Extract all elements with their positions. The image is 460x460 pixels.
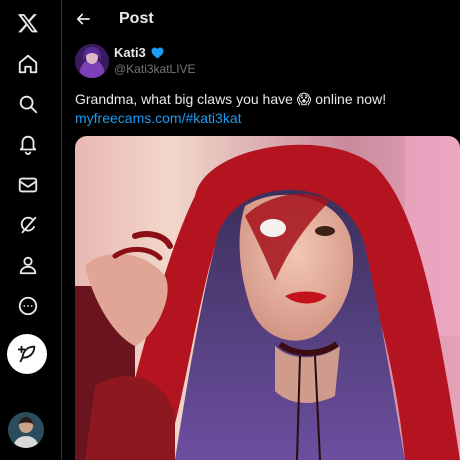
tweet-link[interactable]: myfreecams.com/#kati3kat [75,109,242,128]
x-logo-icon[interactable] [8,3,48,43]
post-header: Post [62,0,460,38]
more-icon[interactable] [8,286,48,326]
search-icon[interactable] [8,84,48,124]
back-arrow-icon [76,13,90,25]
profile-icon[interactable] [8,245,48,285]
account-avatar[interactable] [8,412,44,448]
home-icon[interactable] [8,44,48,84]
author-avatar[interactable] [75,44,109,78]
grok-icon[interactable] [8,205,48,245]
page-title: Post [119,10,154,27]
main-column: Post Kati3 @Kati3katLIVE Grandma, what b… [62,0,460,460]
compose-button[interactable] [7,334,47,374]
messages-icon[interactable] [8,165,48,205]
compose-feather-icon [17,345,36,363]
tweet-text: Grandma, what big claws you have 😱 onlin… [75,91,387,107]
verified-badge-icon [151,47,164,59]
author-name-row[interactable]: Kati3 [114,45,165,60]
back-button[interactable] [70,6,96,32]
tweet-image[interactable] [75,136,460,460]
sidebar-nav [0,0,55,460]
author-name: Kati3 [114,45,146,60]
notifications-icon[interactable] [8,124,48,164]
author-handle[interactable]: @Kati3katLIVE [114,62,196,76]
